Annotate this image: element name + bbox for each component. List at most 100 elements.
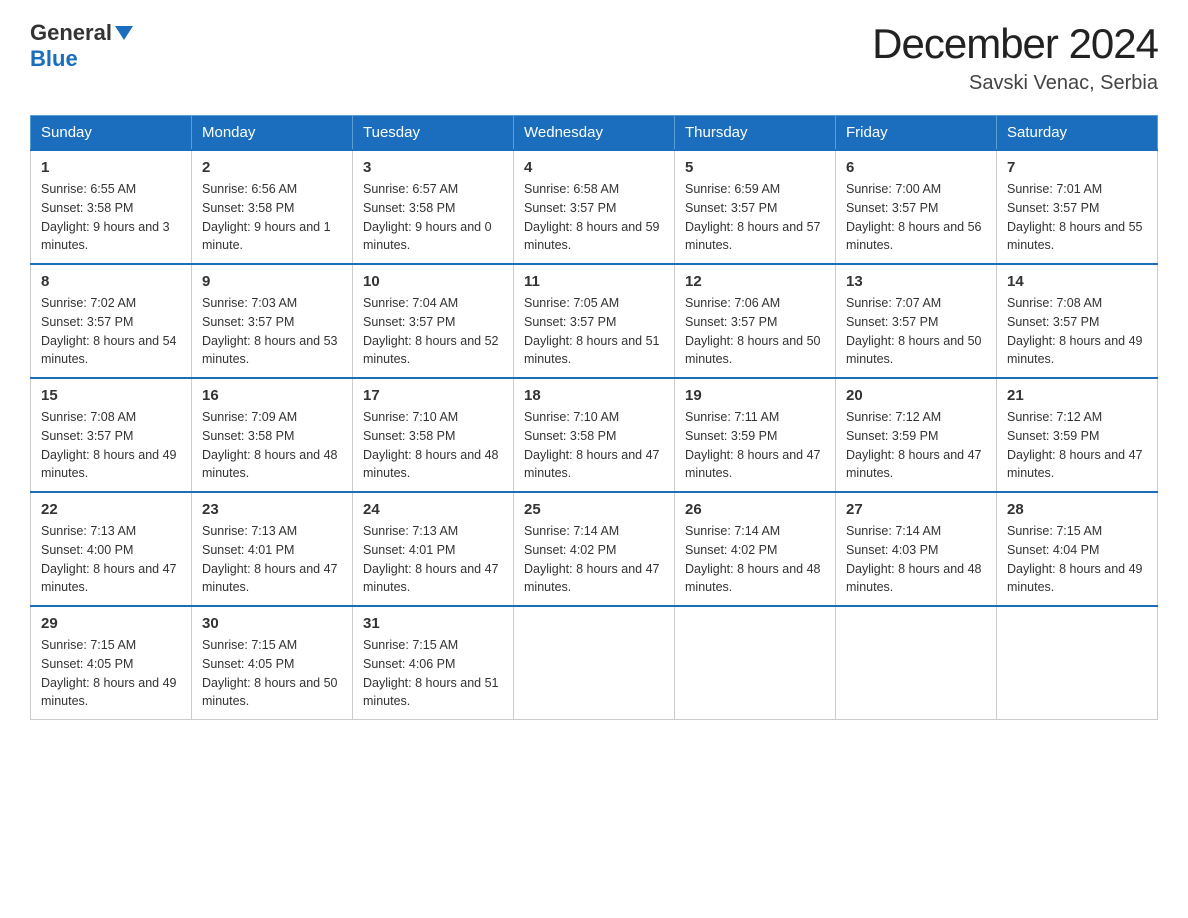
table-row: 2 Sunrise: 6:56 AMSunset: 3:58 PMDayligh… <box>192 150 353 264</box>
day-number: 2 <box>202 159 342 176</box>
day-info: Sunrise: 7:08 AMSunset: 3:57 PMDaylight:… <box>1007 296 1143 366</box>
table-row: 22 Sunrise: 7:13 AMSunset: 4:00 PMDaylig… <box>31 492 192 606</box>
table-row: 20 Sunrise: 7:12 AMSunset: 3:59 PMDaylig… <box>836 378 997 492</box>
page-header: General Blue December 2024 Savski Venac,… <box>30 20 1158 95</box>
table-row: 6 Sunrise: 7:00 AMSunset: 3:57 PMDayligh… <box>836 150 997 264</box>
col-friday: Friday <box>836 116 997 151</box>
day-number: 29 <box>41 615 181 632</box>
day-number: 24 <box>363 501 503 518</box>
table-row: 5 Sunrise: 6:59 AMSunset: 3:57 PMDayligh… <box>675 150 836 264</box>
day-number: 26 <box>685 501 825 518</box>
table-row: 28 Sunrise: 7:15 AMSunset: 4:04 PMDaylig… <box>997 492 1158 606</box>
calendar-week-row: 8 Sunrise: 7:02 AMSunset: 3:57 PMDayligh… <box>31 264 1158 378</box>
day-number: 11 <box>524 273 664 290</box>
day-info: Sunrise: 7:14 AMSunset: 4:02 PMDaylight:… <box>524 524 660 594</box>
col-monday: Monday <box>192 116 353 151</box>
day-info: Sunrise: 7:15 AMSunset: 4:06 PMDaylight:… <box>363 638 499 708</box>
day-number: 15 <box>41 387 181 404</box>
day-number: 19 <box>685 387 825 404</box>
day-info: Sunrise: 7:14 AMSunset: 4:03 PMDaylight:… <box>846 524 982 594</box>
day-number: 5 <box>685 159 825 176</box>
table-row: 31 Sunrise: 7:15 AMSunset: 4:06 PMDaylig… <box>353 606 514 720</box>
day-info: Sunrise: 7:12 AMSunset: 3:59 PMDaylight:… <box>846 410 982 480</box>
table-row: 18 Sunrise: 7:10 AMSunset: 3:58 PMDaylig… <box>514 378 675 492</box>
calendar-week-row: 1 Sunrise: 6:55 AMSunset: 3:58 PMDayligh… <box>31 150 1158 264</box>
table-row: 15 Sunrise: 7:08 AMSunset: 3:57 PMDaylig… <box>31 378 192 492</box>
day-info: Sunrise: 7:10 AMSunset: 3:58 PMDaylight:… <box>524 410 660 480</box>
table-row <box>675 606 836 720</box>
table-row: 24 Sunrise: 7:13 AMSunset: 4:01 PMDaylig… <box>353 492 514 606</box>
day-number: 7 <box>1007 159 1147 176</box>
day-number: 14 <box>1007 273 1147 290</box>
logo-blue-text: Blue <box>30 46 78 72</box>
col-thursday: Thursday <box>675 116 836 151</box>
day-number: 6 <box>846 159 986 176</box>
day-info: Sunrise: 6:56 AMSunset: 3:58 PMDaylight:… <box>202 182 331 252</box>
table-row: 26 Sunrise: 7:14 AMSunset: 4:02 PMDaylig… <box>675 492 836 606</box>
table-row: 13 Sunrise: 7:07 AMSunset: 3:57 PMDaylig… <box>836 264 997 378</box>
day-info: Sunrise: 6:58 AMSunset: 3:57 PMDaylight:… <box>524 182 660 252</box>
day-info: Sunrise: 7:10 AMSunset: 3:58 PMDaylight:… <box>363 410 499 480</box>
table-row: 21 Sunrise: 7:12 AMSunset: 3:59 PMDaylig… <box>997 378 1158 492</box>
day-info: Sunrise: 7:08 AMSunset: 3:57 PMDaylight:… <box>41 410 177 480</box>
day-info: Sunrise: 7:11 AMSunset: 3:59 PMDaylight:… <box>685 410 821 480</box>
day-info: Sunrise: 7:15 AMSunset: 4:04 PMDaylight:… <box>1007 524 1143 594</box>
table-row: 25 Sunrise: 7:14 AMSunset: 4:02 PMDaylig… <box>514 492 675 606</box>
day-info: Sunrise: 7:05 AMSunset: 3:57 PMDaylight:… <box>524 296 660 366</box>
calendar-week-row: 15 Sunrise: 7:08 AMSunset: 3:57 PMDaylig… <box>31 378 1158 492</box>
table-row: 30 Sunrise: 7:15 AMSunset: 4:05 PMDaylig… <box>192 606 353 720</box>
month-title: December 2024 <box>872 20 1158 68</box>
day-number: 27 <box>846 501 986 518</box>
day-info: Sunrise: 7:01 AMSunset: 3:57 PMDaylight:… <box>1007 182 1143 252</box>
table-row: 11 Sunrise: 7:05 AMSunset: 3:57 PMDaylig… <box>514 264 675 378</box>
day-info: Sunrise: 7:09 AMSunset: 3:58 PMDaylight:… <box>202 410 338 480</box>
table-row: 8 Sunrise: 7:02 AMSunset: 3:57 PMDayligh… <box>31 264 192 378</box>
day-number: 22 <box>41 501 181 518</box>
day-number: 10 <box>363 273 503 290</box>
table-row: 10 Sunrise: 7:04 AMSunset: 3:57 PMDaylig… <box>353 264 514 378</box>
day-info: Sunrise: 7:02 AMSunset: 3:57 PMDaylight:… <box>41 296 177 366</box>
day-number: 8 <box>41 273 181 290</box>
day-info: Sunrise: 7:00 AMSunset: 3:57 PMDaylight:… <box>846 182 982 252</box>
day-info: Sunrise: 6:59 AMSunset: 3:57 PMDaylight:… <box>685 182 821 252</box>
day-info: Sunrise: 7:15 AMSunset: 4:05 PMDaylight:… <box>41 638 177 708</box>
table-row: 4 Sunrise: 6:58 AMSunset: 3:57 PMDayligh… <box>514 150 675 264</box>
table-row <box>514 606 675 720</box>
day-info: Sunrise: 7:13 AMSunset: 4:01 PMDaylight:… <box>202 524 338 594</box>
table-row: 1 Sunrise: 6:55 AMSunset: 3:58 PMDayligh… <box>31 150 192 264</box>
col-saturday: Saturday <box>997 116 1158 151</box>
day-number: 20 <box>846 387 986 404</box>
day-number: 31 <box>363 615 503 632</box>
day-info: Sunrise: 7:15 AMSunset: 4:05 PMDaylight:… <box>202 638 338 708</box>
day-number: 3 <box>363 159 503 176</box>
day-info: Sunrise: 7:03 AMSunset: 3:57 PMDaylight:… <box>202 296 338 366</box>
calendar-header-row: Sunday Monday Tuesday Wednesday Thursday… <box>31 116 1158 151</box>
col-sunday: Sunday <box>31 116 192 151</box>
day-info: Sunrise: 7:12 AMSunset: 3:59 PMDaylight:… <box>1007 410 1143 480</box>
col-tuesday: Tuesday <box>353 116 514 151</box>
day-number: 30 <box>202 615 342 632</box>
day-number: 17 <box>363 387 503 404</box>
table-row: 14 Sunrise: 7:08 AMSunset: 3:57 PMDaylig… <box>997 264 1158 378</box>
table-row: 3 Sunrise: 6:57 AMSunset: 3:58 PMDayligh… <box>353 150 514 264</box>
table-row: 23 Sunrise: 7:13 AMSunset: 4:01 PMDaylig… <box>192 492 353 606</box>
table-row: 17 Sunrise: 7:10 AMSunset: 3:58 PMDaylig… <box>353 378 514 492</box>
table-row: 9 Sunrise: 7:03 AMSunset: 3:57 PMDayligh… <box>192 264 353 378</box>
day-info: Sunrise: 6:55 AMSunset: 3:58 PMDaylight:… <box>41 182 170 252</box>
col-wednesday: Wednesday <box>514 116 675 151</box>
calendar-week-row: 22 Sunrise: 7:13 AMSunset: 4:00 PMDaylig… <box>31 492 1158 606</box>
day-number: 9 <box>202 273 342 290</box>
table-row: 27 Sunrise: 7:14 AMSunset: 4:03 PMDaylig… <box>836 492 997 606</box>
day-info: Sunrise: 7:04 AMSunset: 3:57 PMDaylight:… <box>363 296 499 366</box>
day-info: Sunrise: 6:57 AMSunset: 3:58 PMDaylight:… <box>363 182 492 252</box>
day-number: 21 <box>1007 387 1147 404</box>
day-number: 13 <box>846 273 986 290</box>
day-number: 28 <box>1007 501 1147 518</box>
logo: General Blue <box>30 20 137 72</box>
logo-triangle-icon <box>115 22 137 44</box>
table-row: 19 Sunrise: 7:11 AMSunset: 3:59 PMDaylig… <box>675 378 836 492</box>
table-row: 29 Sunrise: 7:15 AMSunset: 4:05 PMDaylig… <box>31 606 192 720</box>
title-area: December 2024 Savski Venac, Serbia <box>872 20 1158 95</box>
table-row: 12 Sunrise: 7:06 AMSunset: 3:57 PMDaylig… <box>675 264 836 378</box>
day-info: Sunrise: 7:07 AMSunset: 3:57 PMDaylight:… <box>846 296 982 366</box>
